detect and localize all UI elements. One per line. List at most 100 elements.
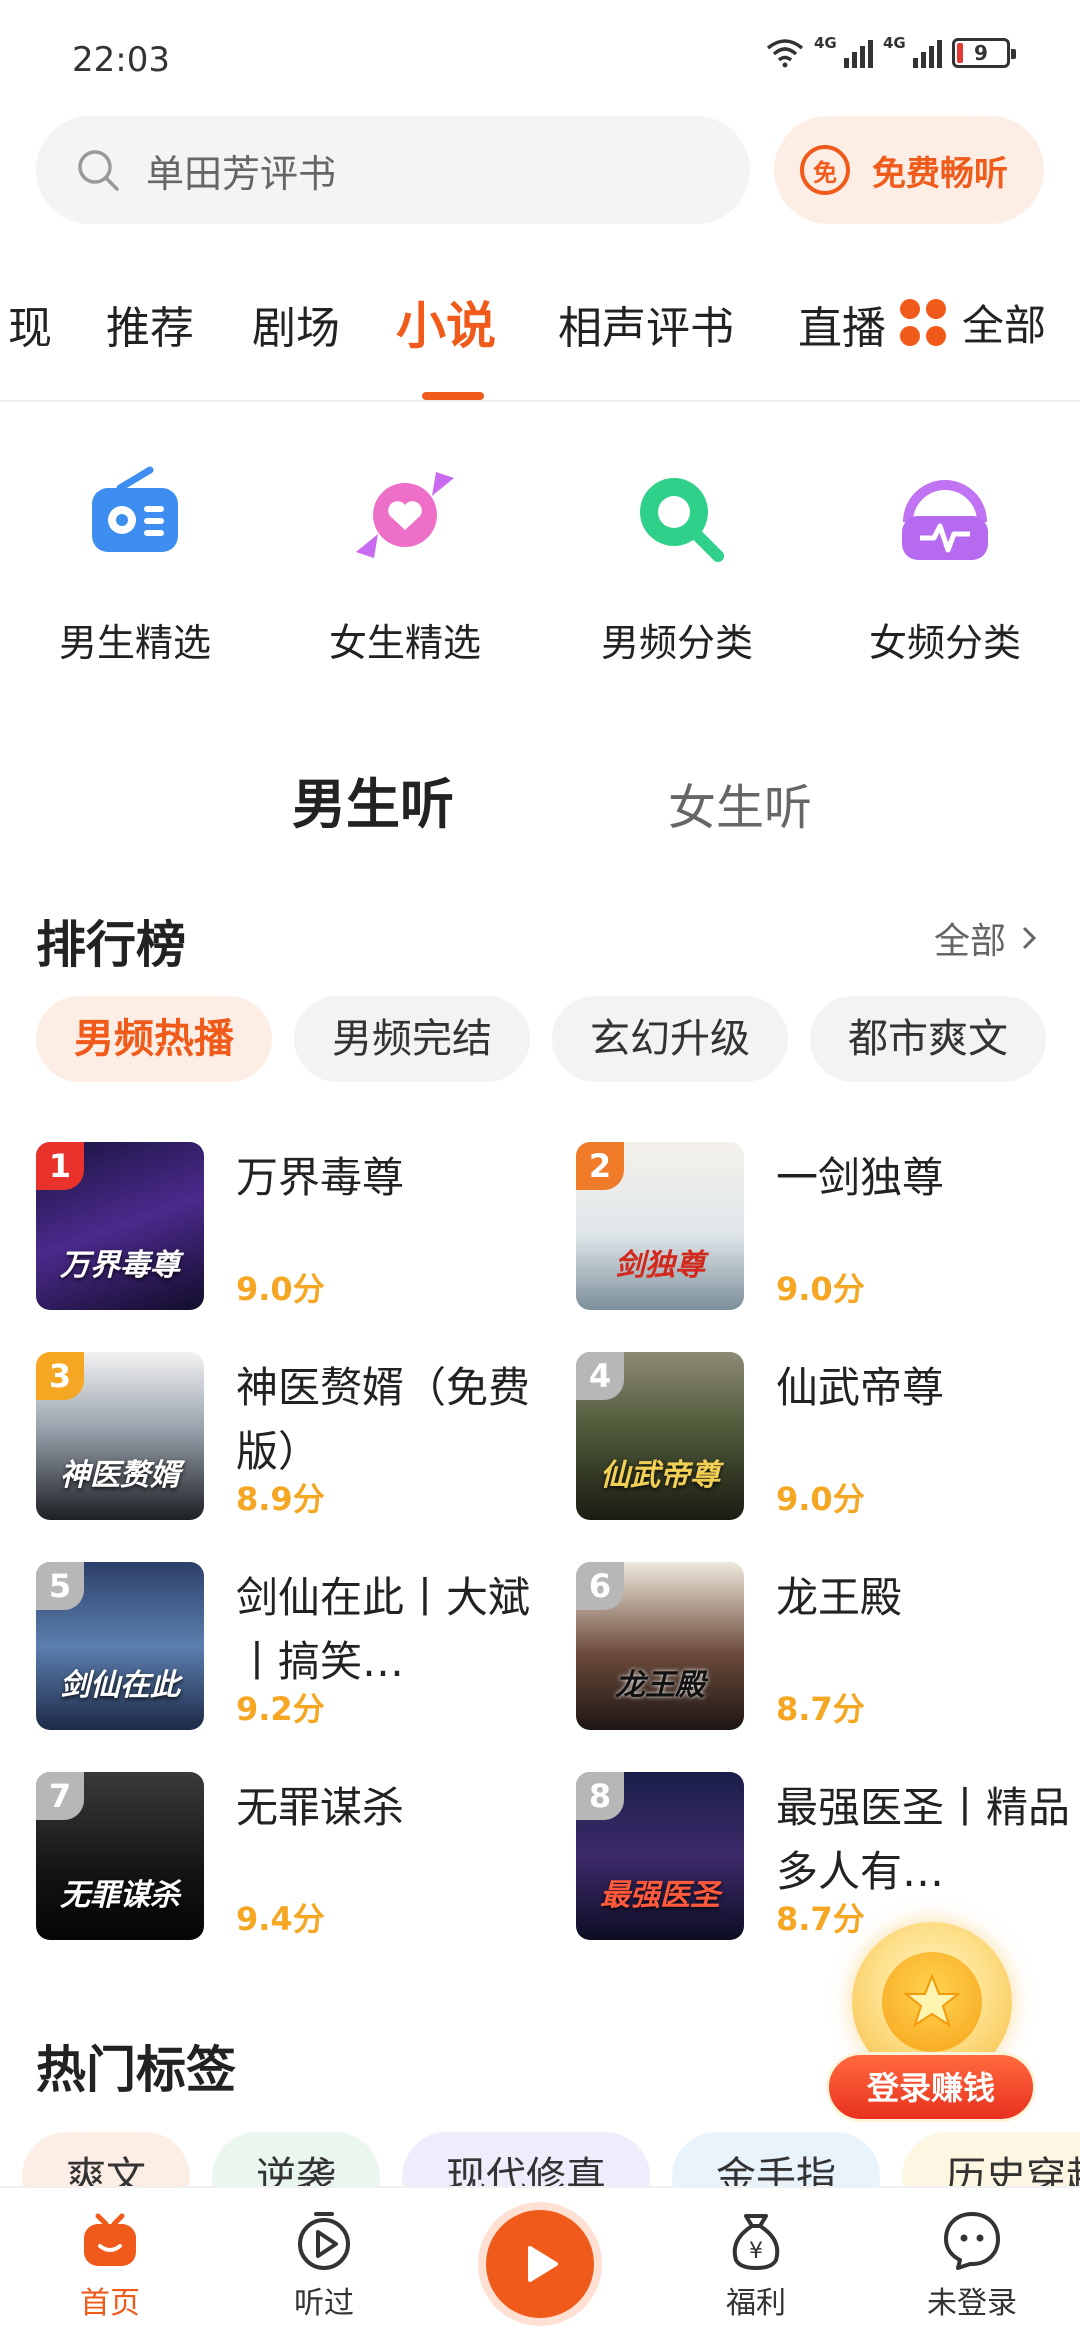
book-score: 9.0分 bbox=[776, 1270, 865, 1308]
free-listen-button[interactable]: 免 免费畅听 bbox=[774, 116, 1044, 224]
book-title: 万界毒尊 bbox=[236, 1153, 405, 1202]
tab-live[interactable]: 直播 bbox=[798, 292, 886, 356]
book-score: 8.7分 bbox=[776, 1900, 865, 1938]
tab-indicator bbox=[422, 392, 484, 400]
grid-icon bbox=[900, 298, 948, 347]
category-female-genre[interactable]: 女频分类 bbox=[830, 460, 1060, 667]
book-cover: 龙王殿 6 bbox=[576, 1562, 744, 1730]
category-label: 女频分类 bbox=[868, 621, 1021, 665]
book-cover: 最强医圣 8 bbox=[576, 1772, 744, 1940]
search-input[interactable]: 单田芳评书 bbox=[36, 116, 750, 224]
tag-chip[interactable]: 逆袭 bbox=[212, 2132, 380, 2192]
tab-recommend[interactable]: 推荐 bbox=[106, 292, 194, 356]
chip-male-hot[interactable]: 男频热播 bbox=[36, 996, 272, 1082]
bottom-nav: 首页 听过 ¥ 福利 未登录 bbox=[0, 2186, 1080, 2340]
list-item[interactable]: 无罪谋杀 7 无罪谋杀 9.4分 bbox=[36, 1772, 556, 1940]
tag-chip[interactable]: 金手指 bbox=[672, 2132, 880, 2192]
chip-urban[interactable]: 都市爽文 bbox=[810, 996, 1046, 1082]
book-cover: 剑仙在此 5 bbox=[36, 1562, 204, 1730]
ranking-all-link[interactable]: 全部 bbox=[934, 912, 1044, 964]
tab-female[interactable]: 女生听 bbox=[668, 768, 812, 838]
rank-badge: 1 bbox=[36, 1142, 84, 1190]
list-item[interactable]: 龙王殿 6 龙王殿 8.7分 bbox=[576, 1562, 1080, 1730]
ranking-chips: 男频热播 男频完结 玄幻升级 都市爽文 bbox=[36, 996, 1080, 1086]
player-button[interactable] bbox=[478, 2202, 602, 2326]
signal-icon: 4G bbox=[883, 34, 942, 68]
free-icon: 免 bbox=[800, 145, 850, 195]
free-listen-label: 免费畅听 bbox=[872, 153, 1008, 194]
list-item[interactable]: 最强医圣 8 最强医圣丨精品多人有… 8.7分 bbox=[576, 1772, 1080, 1940]
book-cover: 仙武帝尊 4 bbox=[576, 1352, 744, 1520]
all-channels-button[interactable]: 全部 bbox=[900, 292, 1046, 353]
book-title: 神医赘婿（免费版） bbox=[236, 1363, 531, 1476]
tab-theater[interactable]: 剧场 bbox=[252, 292, 340, 356]
book-title: 龙王殿 bbox=[776, 1573, 903, 1622]
tab-discover[interactable]: 现 bbox=[8, 292, 52, 356]
nav-profile[interactable]: 未登录 bbox=[892, 2208, 1052, 2322]
list-item[interactable]: 仙武帝尊 4 仙武帝尊 9.0分 bbox=[576, 1352, 1080, 1520]
rank-badge: 6 bbox=[576, 1562, 624, 1610]
status-icons: 4G 4G 9 bbox=[766, 34, 1016, 68]
tag-chip[interactable]: 现代修真 bbox=[402, 2132, 650, 2192]
ranking-title: 排行榜 bbox=[36, 916, 186, 974]
category-female-pick[interactable]: 女生精选 bbox=[290, 460, 520, 667]
ranking-all-label: 全部 bbox=[933, 921, 1006, 962]
list-item[interactable]: 剑独尊 2 一剑独尊 9.0分 bbox=[576, 1142, 1080, 1310]
tag-chip[interactable]: 爽文 bbox=[22, 2132, 190, 2192]
book-cover: 万界毒尊 1 bbox=[36, 1142, 204, 1310]
money-bag-icon: ¥ bbox=[732, 2214, 780, 2270]
book-score: 9.0分 bbox=[236, 1270, 325, 1308]
rank-badge: 8 bbox=[576, 1772, 624, 1820]
book-score: 8.7分 bbox=[776, 1690, 865, 1728]
tab-novel[interactable]: 小说 bbox=[396, 286, 496, 358]
play-circle-icon bbox=[298, 2212, 350, 2270]
rank-badge: 7 bbox=[36, 1772, 84, 1820]
category-entries: 男生精选 女生精选 男频分类 女频分类 bbox=[0, 460, 1080, 680]
book-title: 一剑独尊 bbox=[776, 1153, 945, 1202]
divider bbox=[0, 400, 1080, 402]
list-item[interactable]: 神医赘婿 3 神医赘婿（免费版） 8.9分 bbox=[36, 1352, 556, 1520]
star-icon bbox=[903, 1973, 961, 2028]
chip-male-finished[interactable]: 男频完结 bbox=[294, 996, 530, 1082]
category-male-pick[interactable]: 男生精选 bbox=[20, 460, 250, 667]
tab-male[interactable]: 男生听 bbox=[292, 760, 454, 839]
list-item[interactable]: 万界毒尊 1 万界毒尊 9.0分 bbox=[36, 1142, 556, 1310]
nav-home[interactable]: 首页 bbox=[30, 2208, 190, 2322]
magnifier-icon bbox=[640, 478, 724, 562]
candy-heart-icon bbox=[356, 472, 454, 558]
rank-badge: 3 bbox=[36, 1352, 84, 1400]
tv-home-icon bbox=[84, 2213, 136, 2266]
chat-face-icon bbox=[944, 2212, 1000, 2270]
nav-label: 未登录 bbox=[927, 2286, 1017, 2321]
battery-level: 9 bbox=[974, 41, 988, 65]
book-score: 9.4分 bbox=[236, 1900, 325, 1938]
nav-welfare[interactable]: ¥ 福利 bbox=[676, 2208, 836, 2322]
hot-tags-title: 热门标签 bbox=[36, 2041, 236, 2099]
book-cover: 神医赘婿 3 bbox=[36, 1352, 204, 1520]
book-score: 8.9分 bbox=[236, 1480, 325, 1518]
search-placeholder: 单田芳评书 bbox=[146, 151, 337, 196]
status-time: 22:03 bbox=[72, 40, 170, 80]
hot-tags-row: 爽文逆袭现代修真金手指历史穿越 bbox=[22, 2132, 1080, 2192]
rank-badge: 5 bbox=[36, 1562, 84, 1610]
book-score: 9.2分 bbox=[236, 1690, 325, 1728]
category-male-genre[interactable]: 男频分类 bbox=[562, 460, 792, 667]
list-item[interactable]: 剑仙在此 5 剑仙在此丨大斌丨搞笑… 9.2分 bbox=[36, 1562, 556, 1730]
all-channels-label: 全部 bbox=[962, 301, 1047, 350]
tag-chip[interactable]: 历史穿越 bbox=[902, 2132, 1080, 2192]
channel-tabs: 现 推荐 剧场 小说 相声评书 直播 全部 bbox=[0, 280, 1080, 400]
book-title: 最强医圣丨精品多人有… bbox=[776, 1783, 1071, 1896]
category-label: 男生精选 bbox=[58, 621, 211, 665]
nav-label: 福利 bbox=[726, 2286, 786, 2321]
headphones-icon bbox=[902, 480, 988, 560]
book-title: 无罪谋杀 bbox=[236, 1783, 405, 1832]
radio-icon bbox=[92, 466, 178, 552]
category-label: 女生精选 bbox=[328, 621, 481, 665]
nav-history[interactable]: 听过 bbox=[244, 2208, 404, 2322]
login-earn-button[interactable]: 登录赚钱 bbox=[826, 2052, 1036, 2122]
play-icon bbox=[528, 2246, 558, 2282]
chip-fantasy[interactable]: 玄幻升级 bbox=[552, 996, 788, 1082]
tab-crosstalk[interactable]: 相声评书 bbox=[558, 292, 734, 356]
nav-label: 听过 bbox=[294, 2286, 354, 2321]
battery-icon: 9 bbox=[952, 38, 1016, 68]
